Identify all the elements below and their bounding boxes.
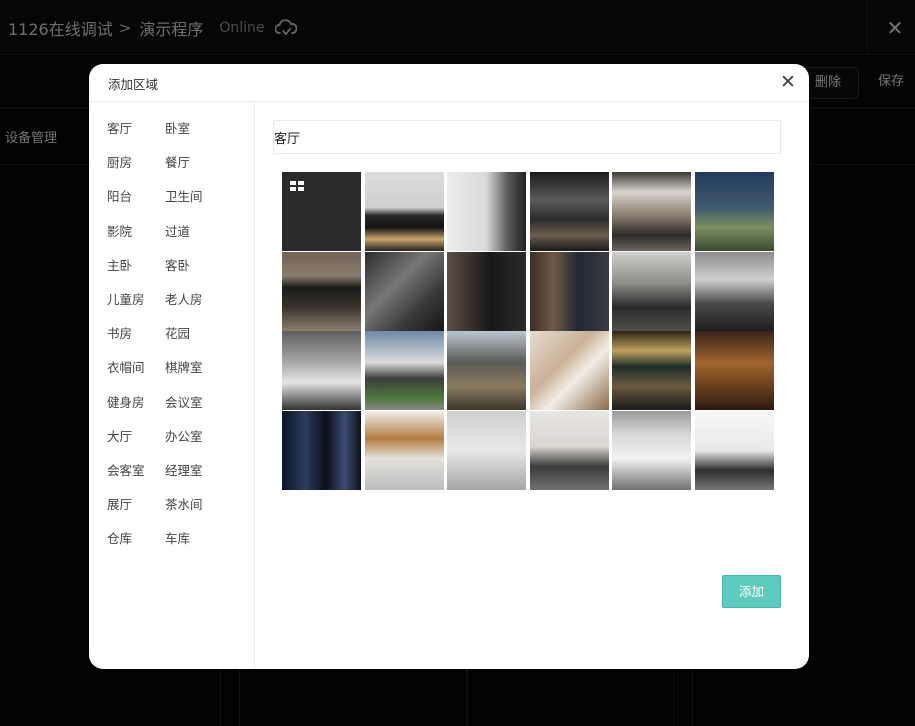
garden-night-image[interactable] bbox=[694, 172, 774, 251]
minimal-bedroom-image[interactable] bbox=[447, 172, 527, 251]
white-stair-image[interactable] bbox=[694, 410, 774, 490]
room-type-item[interactable]: 健身房 bbox=[107, 394, 165, 412]
room-type-item[interactable]: 老人房 bbox=[165, 291, 235, 309]
kitchen-image[interactable] bbox=[612, 172, 692, 251]
villa-exterior-image[interactable] bbox=[364, 331, 444, 411]
living-room-tv-image[interactable] bbox=[282, 251, 361, 331]
room-type-item[interactable]: 过道 bbox=[165, 223, 235, 241]
area-name-input[interactable] bbox=[273, 120, 781, 154]
patio-image[interactable] bbox=[447, 331, 527, 411]
staircase-image[interactable] bbox=[529, 331, 609, 411]
kitchen-pendants-image[interactable] bbox=[529, 410, 609, 490]
add-button[interactable]: 添加 bbox=[722, 575, 781, 608]
room-type-item[interactable]: 儿童房 bbox=[107, 291, 165, 309]
room-type-item[interactable]: 影院 bbox=[107, 223, 165, 241]
room-type-item[interactable]: 大厅 bbox=[107, 428, 165, 446]
dark-hallway-image[interactable] bbox=[447, 251, 527, 331]
room-type-grid: 客厅 卧室 厨房 餐厅 阳台 卫生间 影院 过道 主卧 客卧 儿童房 老人房 书房 花园 衣帽间 棋牌室 健身房… bbox=[107, 120, 247, 548]
home-theater-image[interactable] bbox=[612, 331, 692, 411]
room-type-item[interactable]: 会议室 bbox=[165, 394, 235, 412]
dining-room-image[interactable] bbox=[529, 172, 609, 251]
area-image-grid bbox=[282, 172, 774, 490]
add-area-dialog: 添加区域 ✕ 客厅 卧室 厨房 餐厅 阳台 卫生间 影院 过道 主卧 客卧 儿童房 老人房 书房 花园 衣帽… bbox=[89, 64, 809, 669]
bedroom-image[interactable] bbox=[364, 172, 444, 251]
dialog-close-icon[interactable]: ✕ bbox=[777, 71, 799, 93]
room-type-item[interactable]: 棋牌室 bbox=[165, 359, 235, 377]
grey-room-image[interactable] bbox=[447, 410, 527, 490]
room-type-item[interactable]: 车库 bbox=[165, 530, 235, 548]
room-type-item[interactable]: 书房 bbox=[107, 325, 165, 343]
room-type-item[interactable]: 客卧 bbox=[165, 257, 235, 275]
study-image[interactable] bbox=[529, 251, 609, 331]
room-type-item[interactable]: 衣帽间 bbox=[107, 359, 165, 377]
room-type-item[interactable]: 花园 bbox=[165, 325, 235, 343]
room-type-list: 客厅 卧室 厨房 餐厅 阳台 卫生间 影院 过道 主卧 客卧 儿童房 老人房 书房 花园 衣帽间 棋牌室 健身房… bbox=[89, 102, 255, 669]
gym-image[interactable] bbox=[364, 251, 444, 331]
room-type-item[interactable]: 阳台 bbox=[107, 188, 165, 206]
white-living-room-image[interactable] bbox=[282, 331, 361, 411]
default-area-icon[interactable] bbox=[282, 172, 361, 251]
bathroom-image[interactable] bbox=[694, 251, 774, 331]
grey-bedroom-image[interactable] bbox=[612, 251, 692, 331]
office-shelves-image[interactable] bbox=[612, 410, 692, 490]
room-type-item[interactable]: 会客室 bbox=[107, 462, 165, 480]
grid-icon bbox=[290, 181, 304, 191]
room-type-item[interactable]: 展厅 bbox=[107, 496, 165, 514]
room-type-item[interactable]: 卫生间 bbox=[165, 188, 235, 206]
dialog-title: 添加区域 bbox=[108, 77, 159, 92]
room-type-item[interactable]: 办公室 bbox=[165, 428, 235, 446]
room-type-item[interactable]: 卧室 bbox=[165, 120, 235, 138]
wine-cellar-image[interactable] bbox=[694, 331, 774, 411]
room-type-item[interactable]: 仓库 bbox=[107, 530, 165, 548]
dialog-header: 添加区域 ✕ bbox=[89, 64, 809, 102]
room-type-item[interactable]: 客厅 bbox=[107, 120, 165, 138]
app-root: 1126在线调试 > 演示程序 Online ✕ 删除 保存 设备管理 添加区域… bbox=[0, 0, 915, 726]
room-type-item[interactable]: 餐厅 bbox=[165, 154, 235, 172]
room-type-item[interactable]: 主卧 bbox=[107, 257, 165, 275]
laundry-image[interactable] bbox=[364, 410, 444, 490]
server-room-image[interactable] bbox=[282, 410, 361, 490]
room-type-item[interactable]: 厨房 bbox=[107, 154, 165, 172]
room-type-item[interactable]: 经理室 bbox=[165, 462, 235, 480]
room-type-item[interactable]: 茶水间 bbox=[165, 496, 235, 514]
